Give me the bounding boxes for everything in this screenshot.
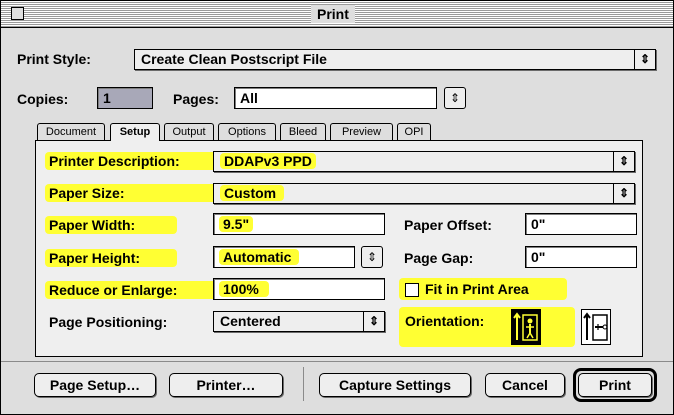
- tab-label: Bleed: [288, 126, 318, 138]
- cancel-button[interactable]: Cancel: [485, 373, 565, 397]
- printer-description-popup[interactable]: DDAPv3 PPD ⇕: [213, 151, 635, 172]
- fit-print-area-checkbox[interactable]: [405, 283, 419, 297]
- page-gap-value: 0": [531, 249, 546, 265]
- updown-arrows-icon: ⇕: [363, 312, 384, 331]
- print-style-value: Create Clean Postscript File: [141, 51, 327, 67]
- portrait-orientation-icon[interactable]: [511, 309, 541, 345]
- tab-options[interactable]: Options: [218, 123, 276, 140]
- landscape-figure-icon: [583, 312, 608, 341]
- tab-bleed[interactable]: Bleed: [280, 123, 326, 140]
- paper-size-label: Paper Size:: [45, 184, 219, 202]
- tab-document[interactable]: Document: [37, 123, 105, 140]
- close-box[interactable]: [11, 7, 24, 20]
- page-gap-label: Page Gap:: [404, 250, 474, 266]
- pages-field[interactable]: All: [234, 87, 437, 109]
- tab-setup[interactable]: Setup: [110, 123, 160, 141]
- divider: [1, 361, 673, 362]
- updown-arrows-icon: ⇕: [613, 152, 634, 171]
- updown-arrows-icon: ⇕: [613, 184, 634, 203]
- button-divider: [303, 367, 304, 401]
- printer-button[interactable]: Printer…: [169, 373, 283, 397]
- copies-value: 1: [103, 90, 111, 106]
- tab-preview[interactable]: Preview: [330, 123, 393, 140]
- page-positioning-label: Page Positioning:: [49, 314, 168, 330]
- copies-label: Copies:: [17, 91, 69, 107]
- tab-label: Options: [228, 126, 266, 138]
- paper-height-field[interactable]: Automatic: [213, 246, 355, 268]
- print-button[interactable]: Print: [578, 373, 652, 397]
- page-setup-button[interactable]: Page Setup…: [34, 373, 156, 397]
- paper-height-value: Automatic: [219, 249, 300, 265]
- paper-width-field[interactable]: 9.5": [213, 213, 385, 235]
- reduce-enlarge-field[interactable]: 100%: [213, 278, 385, 300]
- window-title: Print: [311, 5, 355, 23]
- tab-label: OPI: [404, 126, 424, 138]
- paper-width-value: 9.5": [219, 216, 254, 232]
- portrait-figure-icon: [513, 312, 538, 341]
- capture-settings-button[interactable]: Capture Settings: [319, 373, 471, 397]
- landscape-orientation-icon[interactable]: [581, 309, 611, 345]
- print-style-popup[interactable]: Create Clean Postscript File ⇕: [134, 49, 656, 70]
- updown-arrows-icon: ⇕: [634, 50, 655, 69]
- paper-offset-field[interactable]: 0": [525, 213, 637, 235]
- printer-description-label: Printer Description:: [45, 152, 219, 170]
- printer-description-value: DDAPv3 PPD: [220, 153, 316, 169]
- pages-stepper[interactable]: ⇕: [444, 87, 466, 109]
- orientation-label: Orientation:: [405, 313, 485, 329]
- fit-print-area-label[interactable]: Fit in Print Area: [425, 280, 529, 298]
- tab-label: Document: [45, 126, 97, 138]
- pages-value: All: [240, 90, 258, 106]
- tab-output[interactable]: Output: [164, 123, 214, 140]
- paper-size-value: Custom: [220, 185, 285, 201]
- title-bar[interactable]: Print: [1, 1, 673, 28]
- updown-arrows-icon: ⇕: [366, 250, 378, 264]
- print-dialog: Print Print Style: Create Clean Postscri…: [0, 0, 674, 415]
- tab-label: Output: [172, 126, 206, 138]
- tab-opi[interactable]: OPI: [397, 123, 431, 140]
- paper-height-label: Paper Height:: [45, 249, 177, 267]
- page-positioning-popup[interactable]: Centered ⇕: [213, 311, 385, 332]
- paper-size-popup[interactable]: Custom ⇕: [213, 183, 635, 204]
- copies-field[interactable]: 1: [97, 87, 153, 109]
- paper-height-stepper[interactable]: ⇕: [361, 246, 383, 268]
- page-gap-field[interactable]: 0": [525, 246, 637, 268]
- tab-label: Setup: [119, 126, 151, 138]
- paper-offset-label: Paper Offset:: [404, 217, 492, 233]
- reduce-enlarge-label: Reduce or Enlarge:: [45, 281, 217, 299]
- paper-width-label: Paper Width:: [45, 216, 177, 234]
- paper-offset-value: 0": [531, 216, 546, 232]
- page-positioning-value: Centered: [220, 313, 281, 329]
- print-style-label: Print Style:: [17, 51, 91, 67]
- tab-label: Preview: [341, 126, 382, 138]
- pages-label: Pages:: [173, 91, 219, 107]
- updown-arrows-icon: ⇕: [449, 91, 461, 105]
- reduce-enlarge-value: 100%: [219, 281, 269, 297]
